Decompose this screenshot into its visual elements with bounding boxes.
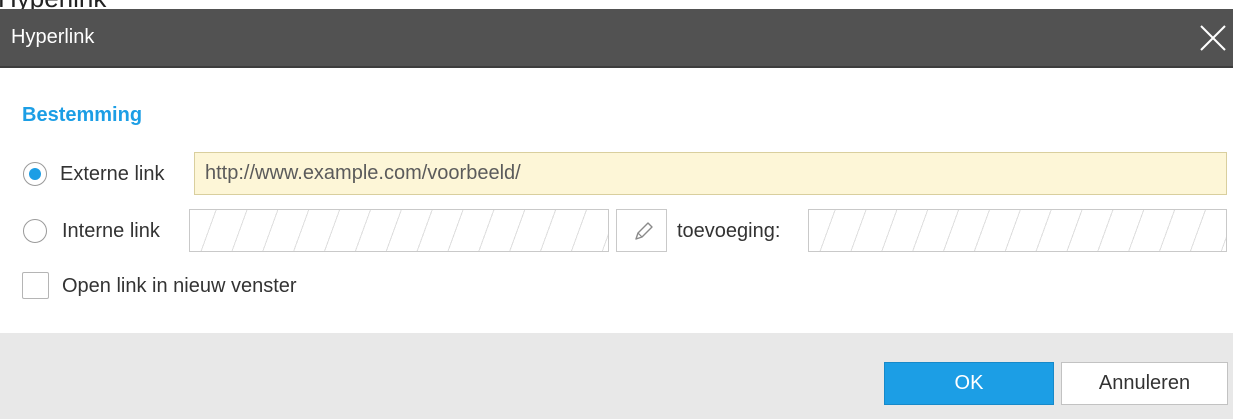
section-title-destination: Bestemming	[22, 104, 143, 126]
external-link-label[interactable]: Externe link	[60, 162, 165, 186]
internal-link-label[interactable]: Interne link	[62, 219, 160, 243]
cancel-button[interactable]: Annuleren	[1061, 362, 1228, 405]
new-window-label[interactable]: Open link in nieuw venster	[62, 274, 297, 298]
edit-internal-link-button[interactable]	[616, 209, 667, 252]
external-link-radio[interactable]	[23, 162, 47, 186]
dialog-title: Hyperlink	[11, 26, 95, 48]
pencil-icon	[635, 222, 653, 240]
ok-button[interactable]: OK	[884, 362, 1054, 405]
background-title-fragment: Hyperlink	[0, 0, 106, 9]
background-window-fragment: Hyperlink	[0, 0, 1233, 9]
close-icon[interactable]	[1198, 23, 1228, 53]
internal-link-input[interactable]	[189, 209, 609, 252]
new-window-checkbox[interactable]	[22, 272, 49, 299]
addition-input[interactable]	[808, 209, 1227, 252]
internal-link-radio[interactable]	[23, 219, 47, 243]
external-url-input[interactable]: http://www.example.com/voorbeeld/	[194, 152, 1227, 195]
addition-label: toevoeging:	[677, 220, 781, 242]
dialog-titlebar: Hyperlink	[0, 9, 1233, 68]
